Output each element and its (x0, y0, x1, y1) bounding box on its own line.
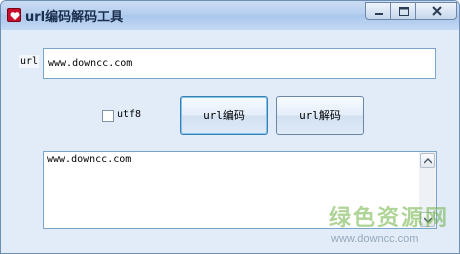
url-input[interactable] (43, 48, 436, 79)
url-decode-button[interactable]: url解码 (276, 96, 364, 135)
utf8-checkbox[interactable] (102, 110, 114, 122)
watermark-url: www.downcc.com (331, 233, 419, 245)
title-bar[interactable]: url编码解码工具 (1, 1, 459, 30)
watermark-logo: 绿色资源网 (329, 206, 450, 231)
url-encode-button[interactable]: url编码 (180, 96, 268, 135)
utf8-checkbox-label[interactable]: utf8 (117, 109, 141, 120)
minimize-icon (375, 13, 383, 15)
close-button[interactable] (415, 2, 457, 20)
url-label: url (19, 55, 40, 68)
app-window: url编码解码工具 url utf8 url编码 url解码 www.downc… (0, 0, 460, 254)
scroll-up-icon (424, 158, 432, 164)
minimize-button[interactable] (365, 2, 391, 20)
maximize-icon (399, 7, 409, 16)
window-title: url编码解码工具 (25, 10, 124, 25)
output-text: www.downcc.com (47, 154, 132, 165)
scroll-up-button[interactable] (420, 153, 435, 168)
maximize-button[interactable] (390, 2, 416, 20)
app-heart-icon (7, 8, 21, 22)
close-icon (432, 6, 442, 16)
